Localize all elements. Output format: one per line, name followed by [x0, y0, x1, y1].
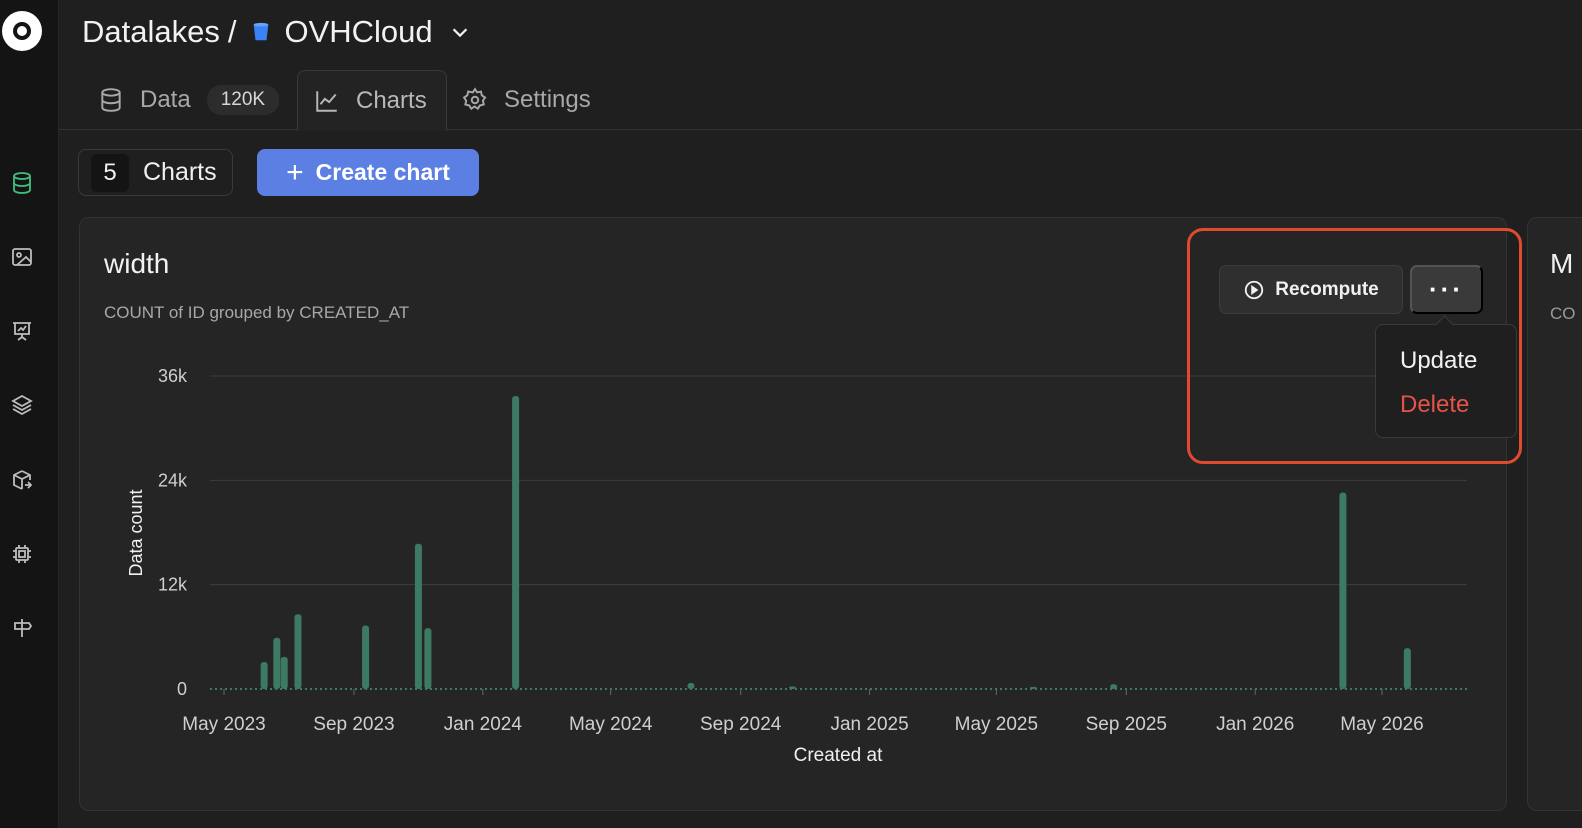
y-axis-label: Data count: [126, 489, 146, 576]
charts-count: 5: [91, 153, 129, 192]
chart-bar: [1339, 492, 1347, 689]
next-chart-subtitle: CO: [1550, 304, 1576, 323]
next-chart-card: M CO: [1527, 217, 1582, 811]
x-tick-label: May 2026: [1340, 714, 1423, 735]
bucket-icon: [254, 22, 269, 41]
presentation-chart-icon[interactable]: [9, 318, 35, 344]
line-chart-icon: [316, 90, 337, 112]
image-icon[interactable]: [9, 244, 35, 270]
sidebar: [0, 0, 59, 828]
y-tick-label: 12k: [158, 575, 188, 595]
tab-settings[interactable]: Settings: [462, 70, 591, 130]
breadcrumb-current[interactable]: OVHCloud: [284, 14, 432, 50]
tab-charts[interactable]: Charts: [297, 70, 447, 131]
x-tick-label: Jan 2026: [1216, 714, 1294, 735]
next-chart-title: M: [1550, 248, 1574, 279]
play-circle-icon: [1245, 280, 1264, 299]
x-tick-label: Sep 2024: [700, 714, 782, 735]
tab-label: Charts: [356, 86, 427, 114]
chart-bar: [1029, 686, 1037, 689]
chart-card: width COUNT of ID grouped by CREATED_AT …: [79, 217, 1517, 811]
layers-icon[interactable]: [9, 392, 35, 418]
chart-bar: [1110, 684, 1118, 689]
gear-icon: [462, 87, 487, 111]
breadcrumb-root[interactable]: Datalakes: [82, 14, 220, 50]
chart-bar: [260, 662, 268, 689]
chart-bar: [294, 614, 302, 689]
signpost-icon[interactable]: [9, 615, 35, 641]
chart-bar: [424, 628, 432, 689]
x-tick-label: May 2023: [182, 714, 265, 735]
charts-count-label: Charts: [143, 158, 217, 186]
create-chart-button[interactable]: + Create chart: [257, 149, 479, 196]
chevron-down-icon[interactable]: [449, 21, 471, 43]
create-chart-label: Create chart: [315, 159, 450, 185]
database-icon: [101, 88, 121, 112]
charts-count-indicator: 5 Charts: [78, 149, 233, 196]
y-tick-label: 36k: [158, 366, 188, 386]
chart-bar: [362, 625, 370, 689]
data-count-badge: 120K: [206, 85, 280, 115]
chart-bar: [687, 682, 695, 689]
x-tick-label: May 2024: [569, 714, 653, 735]
menu-item-update[interactable]: Update: [1400, 347, 1477, 375]
chart-bar: [414, 543, 422, 689]
chart-bar: [280, 656, 288, 689]
breadcrumb: Datalakes / OVHCloud: [82, 12, 471, 52]
x-tick-label: May 2025: [955, 714, 1038, 735]
tab-label: Settings: [504, 86, 591, 113]
chip-icon[interactable]: [9, 541, 35, 567]
x-axis-label: Created at: [794, 745, 883, 766]
recompute-button[interactable]: Recompute: [1219, 265, 1403, 314]
x-tick-label: Jan 2024: [444, 714, 523, 735]
tab-data[interactable]: Data 120K: [98, 70, 280, 130]
recompute-label: Recompute: [1275, 278, 1379, 300]
chart-bar: [512, 395, 520, 689]
chart-bar: [1403, 648, 1411, 689]
y-tick-label: 24k: [158, 470, 188, 490]
chart-bar: [273, 637, 281, 689]
x-tick-label: Sep 2025: [1086, 714, 1167, 735]
plus-icon: +: [286, 155, 304, 189]
more-options-button[interactable]: ···: [1410, 265, 1483, 314]
chart-options-menu: Update Delete: [1375, 324, 1517, 438]
menu-item-delete[interactable]: Delete: [1400, 391, 1469, 419]
database-icon[interactable]: [9, 170, 35, 196]
app-logo[interactable]: [2, 11, 42, 51]
y-tick-label: 0: [177, 679, 187, 699]
x-tick-label: Sep 2023: [313, 714, 394, 735]
x-tick-label: Jan 2025: [830, 714, 908, 735]
breadcrumb-separator: /: [227, 14, 237, 49]
chart-bar: [788, 686, 796, 689]
tab-label: Data: [140, 86, 191, 113]
box-export-icon[interactable]: [9, 467, 35, 493]
tabs-divider: [59, 129, 1582, 130]
